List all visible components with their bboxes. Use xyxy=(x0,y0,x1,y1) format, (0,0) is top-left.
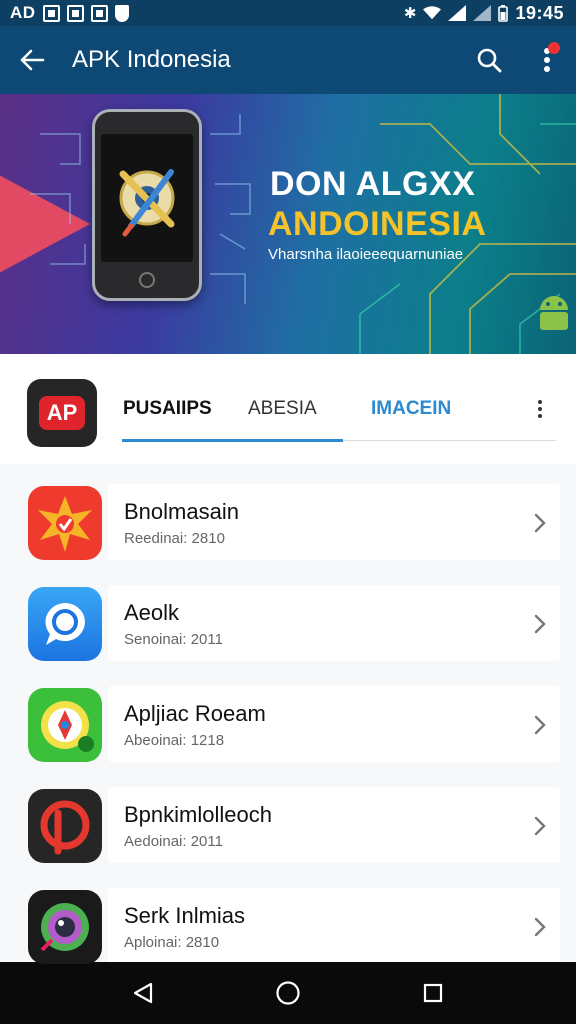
app-meta: Aedoinai: 2011 xyxy=(124,832,223,850)
phone-home-button xyxy=(139,272,155,288)
home-circle-icon xyxy=(276,981,300,1005)
bluetooth-icon: ✱ xyxy=(403,5,417,22)
phone-screen xyxy=(101,134,193,262)
list-item[interactable]: Bpnkimlolleoch Aedoinai: 2011 xyxy=(0,775,576,876)
search-button[interactable] xyxy=(460,26,518,94)
list-item[interactable]: Aeolk Senoinai: 2011 xyxy=(0,573,576,674)
compass-pin-icon xyxy=(28,687,102,762)
app-name: Bnolmasain xyxy=(124,498,239,524)
tab-abesia[interactable]: ABESIA xyxy=(248,398,317,420)
list-item-text: Aeolk Senoinai: 2011 xyxy=(124,600,520,648)
battery-icon xyxy=(498,4,509,22)
chevron-right-icon xyxy=(520,715,560,735)
chevron-right-icon xyxy=(520,816,560,836)
p-logo-icon xyxy=(28,788,102,863)
list-item-text: Serk Inlmias Aploinai: 2810 xyxy=(124,903,520,951)
banner-headline-1: DON ALGXX xyxy=(270,165,476,203)
chevron-right-icon xyxy=(520,614,560,634)
dot xyxy=(538,400,542,404)
camera-eye-icon xyxy=(28,889,102,964)
app-meta: Aploinai: 2810 xyxy=(124,933,220,951)
status-time: 19:45 xyxy=(515,2,564,23)
system-nav-bar xyxy=(0,962,576,1024)
apk-logo-mark: AP xyxy=(39,396,85,430)
star-burst-icon xyxy=(28,485,102,560)
signal-icon xyxy=(448,5,467,21)
tabs-row: AP PUSAIIPS ABESIA IMACEIN xyxy=(0,354,576,464)
app-meta: Senoinai: 2011 xyxy=(124,630,223,648)
app-list: Bnolmasain Reedinai: 2810 Aeolk Senoinai… xyxy=(0,472,576,977)
app-icon xyxy=(66,4,84,22)
tools-icon xyxy=(119,169,175,237)
more-options-button[interactable] xyxy=(518,26,576,94)
back-triangle-icon xyxy=(133,982,152,1004)
search-icon xyxy=(477,48,502,73)
signal-icon-2 xyxy=(473,5,492,21)
app-name: Aeolk xyxy=(124,599,180,625)
nav-recents-button[interactable] xyxy=(413,973,453,1013)
app-bar: APK Indonesia xyxy=(0,26,576,94)
chat-bubble-icon xyxy=(28,586,102,661)
android-icon xyxy=(540,296,568,330)
list-item[interactable]: Bnolmasain Reedinai: 2810 xyxy=(0,472,576,573)
app-bar-title: APK Indonesia xyxy=(72,46,231,73)
tab-divider xyxy=(343,440,556,441)
nav-home-button[interactable] xyxy=(268,973,308,1013)
app-meta: Abeoinai: 1218 xyxy=(124,731,225,749)
phone-illustration xyxy=(92,109,202,301)
shield-icon xyxy=(114,4,129,22)
tab-active-indicator xyxy=(122,439,343,442)
back-button[interactable] xyxy=(0,26,64,94)
nav-back-button[interactable] xyxy=(123,973,163,1013)
back-arrow-icon xyxy=(20,49,45,71)
wifi-icon xyxy=(423,6,442,20)
status-bar: AD ✱ 19:45 xyxy=(0,0,576,26)
list-item[interactable]: Apljiac Roeam Abeoinai: 1218 xyxy=(0,674,576,775)
promo-banner[interactable]: DON ALGXX ANDOINESIA Vharsnha ilaoieeequ… xyxy=(0,94,576,354)
banner-headline-2: ANDOINESIA xyxy=(268,205,487,243)
dot xyxy=(538,407,542,411)
app-meta: Reedinai: 2810 xyxy=(124,529,225,547)
banner-subtitle: Vharsnha ilaoieeequarnuniae xyxy=(268,246,464,263)
chevron-right-icon xyxy=(520,513,560,533)
dot xyxy=(538,414,542,418)
app-name: Bpnkimlolleoch xyxy=(124,801,272,827)
app-name: Apljiac Roeam xyxy=(124,700,266,726)
notification-dot xyxy=(548,42,560,54)
photo-icon xyxy=(42,4,60,22)
screen: AD ✱ 19:45 APK Indonesia DON ALGXX ANDOI… xyxy=(0,0,576,1024)
status-ad-text: AD xyxy=(10,3,36,22)
list-item-text: Bpnkimlolleoch Aedoinai: 2011 xyxy=(124,802,520,850)
app-name: Serk Inlmias xyxy=(124,902,246,928)
recents-square-icon xyxy=(424,983,443,1003)
list-item-text: Apljiac Roeam Abeoinai: 1218 xyxy=(124,701,520,749)
list-item-text: Bnolmasain Reedinai: 2810 xyxy=(124,499,520,547)
image-icon xyxy=(90,4,108,22)
tab-imacein[interactable]: IMACEIN xyxy=(371,398,451,420)
tabs-more-button[interactable] xyxy=(528,394,552,424)
tab-pusaiips[interactable]: PUSAIIPS xyxy=(123,398,212,420)
apk-logo: AP xyxy=(27,379,97,447)
status-right: ✱ 19:45 xyxy=(404,3,564,24)
status-left: AD xyxy=(10,3,129,23)
chevron-right-icon xyxy=(520,917,560,937)
